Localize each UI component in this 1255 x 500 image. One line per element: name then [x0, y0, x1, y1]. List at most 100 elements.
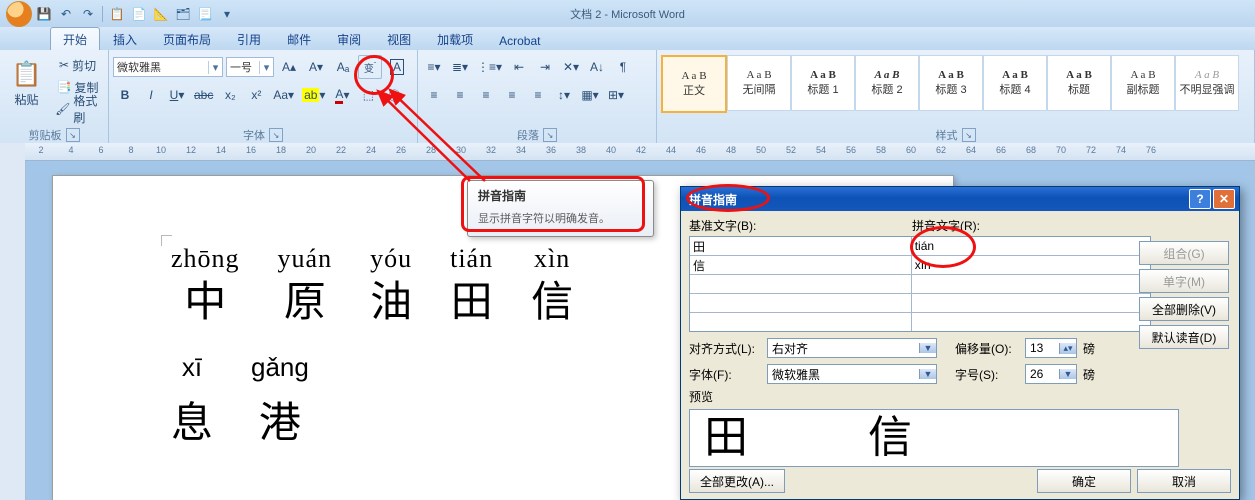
bold-button[interactable]: B — [113, 83, 137, 107]
tab-references[interactable]: 引用 — [224, 27, 274, 50]
style-nospacing[interactable]: A a B无间隔 — [727, 55, 791, 111]
grow-font-button[interactable]: A▴ — [277, 55, 301, 79]
ruby-cell-0[interactable]: tián — [912, 237, 1150, 255]
align-right-button[interactable]: ≡ — [474, 83, 498, 107]
qat-paste-icon[interactable]: 📄 — [129, 4, 149, 24]
base-cell-3[interactable] — [690, 294, 912, 312]
indent-dec-button[interactable]: ⇤ — [507, 55, 531, 79]
subscript-button[interactable]: x₂ — [218, 83, 242, 107]
size-combo[interactable]: 26▼ — [1025, 364, 1077, 384]
title-bar: 💾 ↶ ↷ 📋 📄 📐 🗂 📃 ▾ 文档 2 - Microsoft Word — [0, 0, 1255, 27]
base-cell-2[interactable] — [690, 275, 912, 293]
base-cell-1[interactable]: 信 — [690, 256, 912, 274]
tab-acrobat[interactable]: Acrobat — [486, 30, 553, 50]
ok-button[interactable]: 确定 — [1037, 469, 1131, 493]
cut-button[interactable]: ✂剪切 — [51, 54, 104, 76]
ruby-cell-1[interactable]: xìn — [912, 256, 1150, 274]
shrink-font-button[interactable]: A▾ — [304, 55, 328, 79]
shading-button[interactable]: ▦▾ — [578, 83, 602, 107]
style-normal[interactable]: A a B正文 — [661, 55, 727, 113]
clipboard-launcher[interactable]: ↘ — [66, 128, 80, 142]
qat-undo-icon[interactable]: ↶ — [56, 4, 76, 24]
default-reading-button[interactable]: 默认读音(D) — [1139, 325, 1229, 349]
combine-button[interactable]: 组合(G) — [1139, 241, 1229, 265]
strike-button[interactable]: abc — [191, 83, 216, 107]
underline-button[interactable]: U▾ — [165, 83, 189, 107]
sort-button[interactable]: A↓ — [585, 55, 609, 79]
align-combo[interactable]: 右对齐▼ — [767, 338, 937, 358]
font-launcher[interactable]: ↘ — [269, 128, 283, 142]
multilevel-button[interactable]: ⋮≡▾ — [474, 55, 505, 79]
tab-view[interactable]: 视图 — [374, 27, 424, 50]
qat-doc-icon[interactable]: 📃 — [195, 4, 215, 24]
offset-spinner[interactable]: 13▴▾ — [1025, 338, 1077, 358]
qat-save-icon[interactable]: 💾 — [34, 4, 54, 24]
clearall-button[interactable]: 全部删除(V) — [1139, 297, 1229, 321]
qat-ruler-icon[interactable]: 📐 — [151, 4, 171, 24]
styles-launcher[interactable]: ↘ — [962, 128, 976, 142]
style-h1[interactable]: A a B标题 1 — [791, 55, 855, 111]
phonetic-guide-button[interactable]: 变ˇ — [358, 55, 382, 79]
tab-mailings[interactable]: 邮件 — [274, 27, 324, 50]
offset-unit: 磅 — [1083, 340, 1095, 357]
font-size-combo[interactable]: 一号▾ — [226, 57, 274, 77]
paragraph-launcher[interactable]: ↘ — [543, 128, 557, 142]
enclose-char-button[interactable]: ㊥ — [382, 83, 406, 107]
style-h3[interactable]: A a B标题 3 — [919, 55, 983, 111]
qat-copy-icon[interactable]: 📋 — [107, 4, 127, 24]
dialog-titlebar[interactable]: 拼音指南 ? ✕ — [681, 187, 1239, 211]
highlight-button[interactable]: ab▾ — [299, 83, 328, 107]
justify-button[interactable]: ≡ — [500, 83, 524, 107]
ruby-cell-4[interactable] — [912, 313, 1150, 331]
style-title[interactable]: A a B标题 — [1047, 55, 1111, 111]
font-color-button[interactable]: A▾ — [330, 83, 354, 107]
ruby-cell-2[interactable] — [912, 275, 1150, 293]
tab-addins[interactable]: 加载项 — [424, 27, 486, 50]
change-all-button[interactable]: 全部更改(A)... — [689, 469, 785, 493]
italic-button[interactable]: I — [139, 83, 163, 107]
style-subtitle[interactable]: A a B副标题 — [1111, 55, 1175, 111]
dialog-help-button[interactable]: ? — [1189, 189, 1211, 209]
qat-cascade-icon[interactable]: 🗂 — [173, 4, 193, 24]
style-gallery[interactable]: A a B正文 A a B无间隔 A a B标题 1 A a B标题 2 A a… — [661, 55, 1239, 113]
style-h2[interactable]: A a B标题 2 — [855, 55, 919, 111]
line-spacing-button[interactable]: ↕▾ — [552, 83, 576, 107]
change-case-button[interactable]: Aa▾ — [270, 83, 297, 107]
base-cell-0[interactable]: 田 — [690, 237, 912, 255]
clear-format-button[interactable]: Aₐ — [331, 55, 355, 79]
font-name-combo[interactable]: 微软雅黑▾ — [113, 57, 223, 77]
cancel-button[interactable]: 取消 — [1137, 469, 1231, 493]
align-left-button[interactable]: ≡ — [422, 83, 446, 107]
asian-layout-button[interactable]: ✕▾ — [559, 55, 583, 79]
copy-icon: 📑 — [57, 80, 72, 94]
office-button[interactable] — [6, 1, 32, 27]
tab-home[interactable]: 开始 — [50, 27, 100, 50]
dialog-close-button[interactable]: ✕ — [1213, 189, 1235, 209]
font-combo[interactable]: 微软雅黑▼ — [767, 364, 937, 384]
horizontal-ruler[interactable]: 2468101214161820222426283032343638404244… — [25, 143, 1255, 161]
base-cell-4[interactable] — [690, 313, 912, 331]
format-painter-button[interactable]: 🖌格式刷 — [51, 98, 104, 120]
char-border-button[interactable]: A — [385, 55, 409, 79]
tab-review[interactable]: 审阅 — [324, 27, 374, 50]
distribute-button[interactable]: ≡ — [526, 83, 550, 107]
preview-glyph-1: 信 — [868, 416, 912, 460]
ruby-cell-3[interactable] — [912, 294, 1150, 312]
paste-button[interactable]: 📋 粘贴 — [4, 52, 49, 116]
indent-inc-button[interactable]: ⇥ — [533, 55, 557, 79]
align-center-button[interactable]: ≡ — [448, 83, 472, 107]
tab-pagelayout[interactable]: 页面布局 — [150, 27, 224, 50]
show-marks-button[interactable]: ¶ — [611, 55, 635, 79]
style-subtle[interactable]: A a B不明显强调 — [1175, 55, 1239, 111]
preview-glyph-0: 田 — [704, 416, 748, 460]
borders-button[interactable]: ⊞▾ — [604, 83, 628, 107]
qat-redo-icon[interactable]: ↷ — [78, 4, 98, 24]
superscript-button[interactable]: x² — [244, 83, 268, 107]
style-h4[interactable]: A a B标题 4 — [983, 55, 1047, 111]
mono-button[interactable]: 单字(M) — [1139, 269, 1229, 293]
char-shading-button[interactable]: ⬚ — [356, 83, 380, 107]
qat-more-icon[interactable]: ▾ — [217, 4, 237, 24]
bullets-button[interactable]: ≡▾ — [422, 55, 446, 79]
tab-insert[interactable]: 插入 — [100, 27, 150, 50]
numbering-button[interactable]: ≣▾ — [448, 55, 472, 79]
